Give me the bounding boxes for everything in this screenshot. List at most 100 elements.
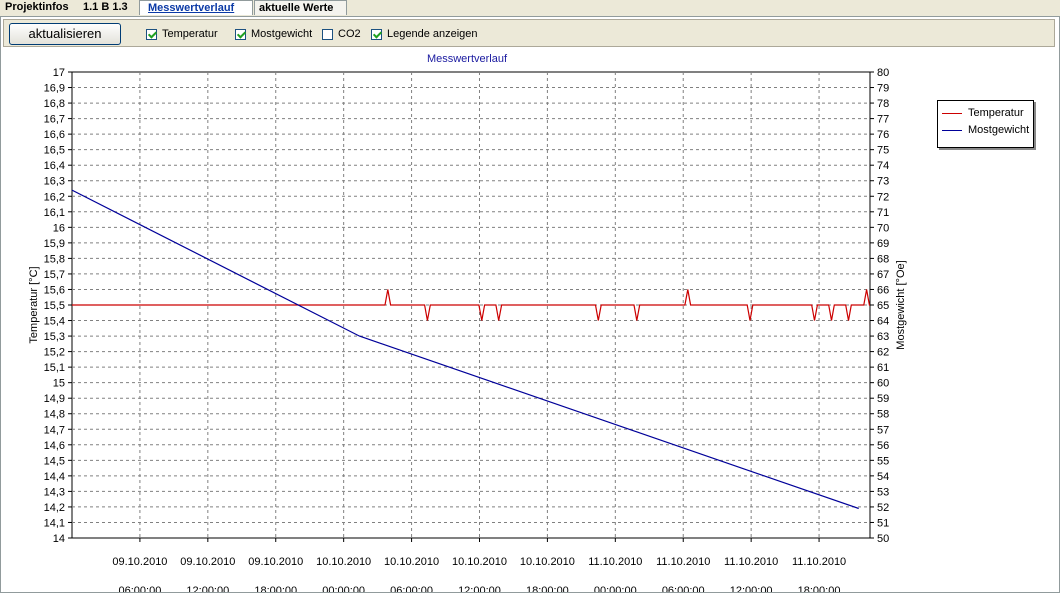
y-tick-label-right: 80 [877, 67, 889, 79]
y-tick-label-right: 75 [877, 145, 889, 157]
y-tick-label-left: 16,8 [44, 98, 65, 110]
y-tick-label-right: 64 [877, 316, 889, 328]
x-tick-label-time: 18:00:00 [254, 585, 297, 592]
x-tick-label-date: 11.10.2010 [588, 556, 642, 568]
chart-legend: Temperatur Mostgewicht [937, 100, 1034, 148]
y-tick-label-left: 15,1 [44, 362, 65, 374]
y-tick-label-left: 16,6 [44, 129, 65, 141]
y-tick-label-right: 65 [877, 300, 889, 312]
y-tick-label-right: 61 [877, 362, 889, 374]
y-tick-label-left: 15,6 [44, 284, 65, 296]
checkbox-box[interactable] [371, 28, 382, 40]
x-tick-label-time: 12:00:00 [186, 585, 229, 592]
version-label: 1.1 B 1.3 [83, 1, 128, 13]
checkbox-legende[interactable]: Legende anzeigen [371, 27, 478, 41]
x-tick-label-date: 10.10.2010 [520, 556, 575, 568]
checkbox-box[interactable] [235, 28, 246, 40]
x-tick-label-time: 18:00:00 [526, 585, 569, 592]
y-tick-label-right: 78 [877, 98, 889, 110]
checkbox-label: CO2 [338, 28, 361, 40]
y-tick-label-right: 62 [877, 347, 889, 359]
y-tick-label-left: 15,2 [44, 347, 65, 359]
checkbox-box[interactable] [146, 28, 157, 40]
x-tick-label-time: 00:00:00 [594, 585, 637, 592]
y-tick-label-right: 68 [877, 253, 889, 265]
line-chart: Messwertverlauf 1414,114,214,314,414,514… [28, 53, 907, 592]
refresh-button[interactable]: aktualisieren [9, 23, 121, 45]
y-tick-label-left: 15,7 [44, 269, 65, 281]
x-tick-label-time: 18:00:00 [798, 585, 841, 592]
x-tick-label-date: 10.10.2010 [452, 556, 507, 568]
x-tick-label-time: 06:00:00 [662, 585, 705, 592]
y-tick-label-left: 16,9 [44, 83, 65, 95]
y-tick-label-left: 16,2 [44, 191, 65, 203]
y-tick-label-left: 16,7 [44, 114, 65, 126]
y-tick-label-left: 16,5 [44, 145, 65, 157]
tab-strip: Projektinfos 1.1 B 1.3 Messwertverlauf a… [0, 0, 1060, 16]
x-tick-label-time: 06:00:00 [119, 585, 162, 592]
legend-swatch [942, 112, 962, 114]
x-tick-label-time: 12:00:00 [730, 585, 773, 592]
checkbox-label: Legende anzeigen [387, 28, 478, 40]
x-axis: 09.10.2010 06:00:00 09.10.2010 12:00:00 09.1… [112, 538, 846, 592]
legend-item-mostgewicht: Mostgewicht [942, 123, 1029, 137]
y-tick-label-left: 15,3 [44, 331, 65, 343]
checkbox-mostgewicht[interactable]: Mostgewicht [235, 27, 312, 41]
chart-title: Messwertverlauf [427, 53, 508, 65]
y-tick-label-left: 16 [53, 222, 65, 234]
x-tick-label-time: 06:00:00 [390, 585, 433, 592]
y-tick-label-right: 55 [877, 455, 889, 467]
y-tick-label-right: 66 [877, 284, 889, 296]
y-tick-label-right: 60 [877, 378, 889, 390]
y-tick-label-right: 53 [877, 486, 889, 498]
y-tick-label-left: 15,9 [44, 238, 65, 250]
y-tick-label-right: 74 [877, 160, 889, 172]
x-tick-label-date: 10.10.2010 [384, 556, 439, 568]
y-tick-label-left: 16,1 [44, 207, 65, 219]
y-tick-label-right: 57 [877, 424, 889, 436]
checkbox-box[interactable] [322, 28, 333, 40]
x-tick-label-time: 00:00:00 [322, 585, 365, 592]
y-tick-label-left: 15,8 [44, 253, 65, 265]
y-tick-label-right: 52 [877, 502, 889, 514]
y-axis-right: 50 51 52 53 54 55 56 57 58 59 60 61 62 63 64 65 66 67 68 69… [870, 67, 889, 545]
y-tick-label-right: 71 [877, 207, 889, 219]
y-axis-left: 14 14,1 14,2 14,3 14,4 14,5 14,6 14,7 14,8 14,9 15… [44, 67, 72, 545]
y-axis-right-label: Mostgewicht [°Oe] [895, 260, 907, 349]
y-tick-label-right: 51 [877, 517, 889, 529]
x-tick-label-date: 11.10.2010 [792, 556, 846, 568]
y-tick-label-right: 59 [877, 393, 889, 405]
y-tick-label-left: 16,4 [44, 160, 65, 172]
x-tick-label-date: 09.10.2010 [180, 556, 235, 568]
x-tick-label-date: 11.10.2010 [656, 556, 710, 568]
toolbar: aktualisieren Temperatur Mostgewicht CO2… [3, 19, 1055, 47]
y-tick-label-left: 14,2 [44, 502, 65, 514]
y-tick-label-left: 14 [53, 533, 65, 545]
y-tick-label-right: 69 [877, 238, 889, 250]
y-axis-left-label: Temperatur [°C] [28, 266, 40, 343]
y-tick-label-right: 56 [877, 440, 889, 452]
y-tick-label-right: 76 [877, 129, 889, 141]
y-tick-label-right: 67 [877, 269, 889, 281]
y-tick-label-left: 14,1 [44, 517, 65, 529]
y-tick-label-left: 16,3 [44, 176, 65, 188]
y-tick-label-left: 14,6 [44, 440, 65, 452]
checkbox-co2[interactable]: CO2 [322, 27, 361, 41]
y-tick-label-right: 50 [877, 533, 889, 545]
legend-label: Temperatur [968, 107, 1024, 119]
checkbox-temperatur[interactable]: Temperatur [146, 27, 218, 41]
x-tick-label-date: 09.10.2010 [248, 556, 303, 568]
y-tick-label-right: 58 [877, 409, 889, 421]
y-tick-label-left: 15,5 [44, 300, 65, 312]
x-tick-label-date: 10.10.2010 [316, 556, 371, 568]
tab-projektinfos[interactable]: Projektinfos [5, 0, 69, 15]
x-tick-label-date: 11.10.2010 [724, 556, 778, 568]
y-tick-label-left: 17 [53, 67, 65, 79]
y-tick-label-right: 72 [877, 191, 889, 203]
y-tick-label-left: 15 [53, 378, 65, 390]
y-tick-label-left: 14,8 [44, 409, 65, 421]
legend-item-temperatur: Temperatur [942, 106, 1024, 120]
y-tick-label-right: 54 [877, 471, 889, 483]
tab-messwertverlauf[interactable]: Messwertverlauf [139, 0, 253, 15]
tab-aktuelle-werte[interactable]: aktuelle Werte [254, 0, 347, 15]
